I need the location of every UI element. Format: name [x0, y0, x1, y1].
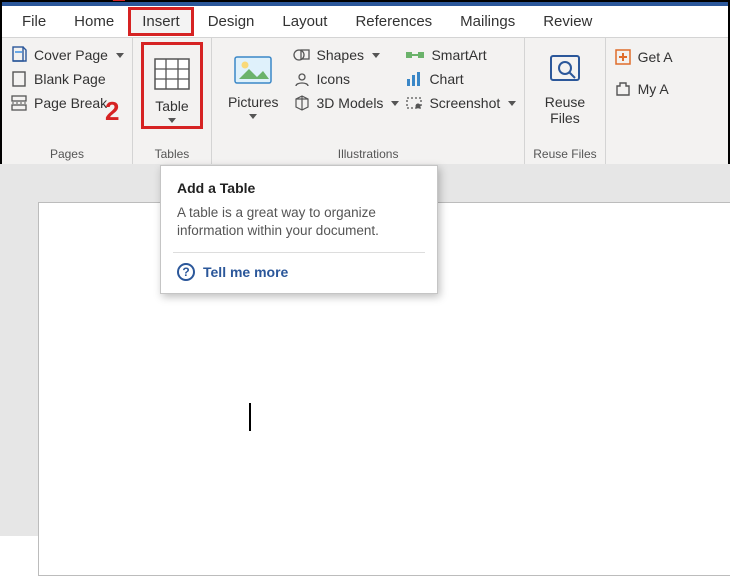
group-addins: Get A My A: [606, 38, 681, 165]
group-reuse-label: Reuse Files: [533, 145, 596, 165]
pictures-button[interactable]: Pictures: [220, 42, 287, 121]
tooltip-title: Add a Table: [177, 180, 421, 196]
reuse-files-icon: [547, 53, 583, 87]
screenshot-icon: [405, 94, 423, 112]
tab-references[interactable]: References: [341, 7, 446, 36]
tab-insert[interactable]: Insert: [128, 7, 194, 36]
chevron-down-icon: [508, 101, 516, 106]
tell-me-more-link[interactable]: ? Tell me more: [177, 263, 421, 281]
group-pages: Cover Page Blank Page Page Break Pages: [2, 38, 133, 165]
page-break-button[interactable]: Page Break: [10, 94, 124, 112]
table-icon: [154, 58, 190, 90]
my-addins-button[interactable]: My A: [614, 80, 673, 98]
smartart-icon: [405, 46, 425, 64]
chevron-down-icon: [249, 114, 257, 119]
chart-button[interactable]: Chart: [405, 70, 516, 88]
reuse-files-button[interactable]: Reuse Files: [537, 42, 593, 128]
blank-page-icon: [10, 70, 28, 88]
text-cursor: [249, 403, 251, 431]
tooltip-divider: [173, 252, 425, 253]
shapes-icon: [293, 46, 311, 64]
table-tooltip: Add a Table A table is a great way to or…: [160, 165, 438, 294]
group-illustrations: Pictures Shapes Icons 3D Models: [212, 38, 525, 165]
my-addins-icon: [614, 80, 632, 98]
chart-label: Chart: [429, 71, 463, 87]
group-tables-label: Tables: [155, 145, 190, 165]
my-addins-label: My A: [638, 81, 669, 97]
shapes-button[interactable]: Shapes: [293, 46, 400, 64]
group-pages-label: Pages: [50, 145, 84, 165]
group-reuse-files: Reuse Files Reuse Files: [525, 38, 605, 165]
tab-mailings[interactable]: Mailings: [446, 7, 529, 36]
blank-page-button[interactable]: Blank Page: [10, 70, 124, 88]
cover-page-icon: [10, 46, 28, 64]
group-tables: 2 Table Ta: [133, 38, 212, 165]
icons-label: Icons: [317, 71, 350, 87]
ribbon: Cover Page Blank Page Page Break Pages 2: [2, 38, 728, 166]
shapes-label: Shapes: [317, 47, 364, 63]
cover-page-label: Cover Page: [34, 47, 108, 63]
tab-layout[interactable]: Layout: [268, 7, 341, 36]
screenshot-label: Screenshot: [429, 95, 500, 111]
3d-models-icon: [293, 94, 311, 112]
get-addins-icon: [614, 48, 632, 66]
pictures-icon: [233, 53, 273, 87]
blank-page-label: Blank Page: [34, 71, 106, 87]
chevron-down-icon: [391, 101, 399, 106]
chevron-down-icon: [168, 118, 176, 123]
3d-models-label: 3D Models: [317, 95, 384, 111]
ribbon-tabs: File Home 1 Insert Design Layout Referen…: [2, 6, 728, 38]
get-addins-label: Get A: [638, 49, 673, 65]
table-button[interactable]: Table: [145, 46, 199, 125]
tell-me-more-label: Tell me more: [203, 264, 288, 280]
reuse-files-label: Reuse Files: [545, 94, 585, 126]
tab-file[interactable]: File: [8, 7, 60, 36]
screenshot-button[interactable]: Screenshot: [405, 94, 516, 112]
tab-design[interactable]: Design: [194, 7, 269, 36]
chevron-down-icon: [372, 53, 380, 58]
help-icon: ?: [177, 263, 195, 281]
table-label: Table: [155, 98, 188, 114]
smartart-label: SmartArt: [431, 47, 486, 63]
get-addins-button[interactable]: Get A: [614, 48, 673, 66]
pictures-label: Pictures: [228, 94, 279, 110]
tab-review[interactable]: Review: [529, 7, 606, 36]
group-illustrations-label: Illustrations: [338, 145, 399, 165]
icons-button[interactable]: Icons: [293, 70, 400, 88]
tooltip-body: A table is a great way to organize infor…: [177, 204, 421, 240]
3d-models-button[interactable]: 3D Models: [293, 94, 400, 112]
cover-page-button[interactable]: Cover Page: [10, 46, 124, 64]
page-break-icon: [10, 94, 28, 112]
tab-home[interactable]: Home: [60, 7, 128, 36]
smartart-button[interactable]: SmartArt: [405, 46, 516, 64]
icons-icon: [293, 70, 311, 88]
chart-icon: [405, 70, 423, 88]
chevron-down-icon: [116, 53, 124, 58]
page-break-label: Page Break: [34, 95, 107, 111]
